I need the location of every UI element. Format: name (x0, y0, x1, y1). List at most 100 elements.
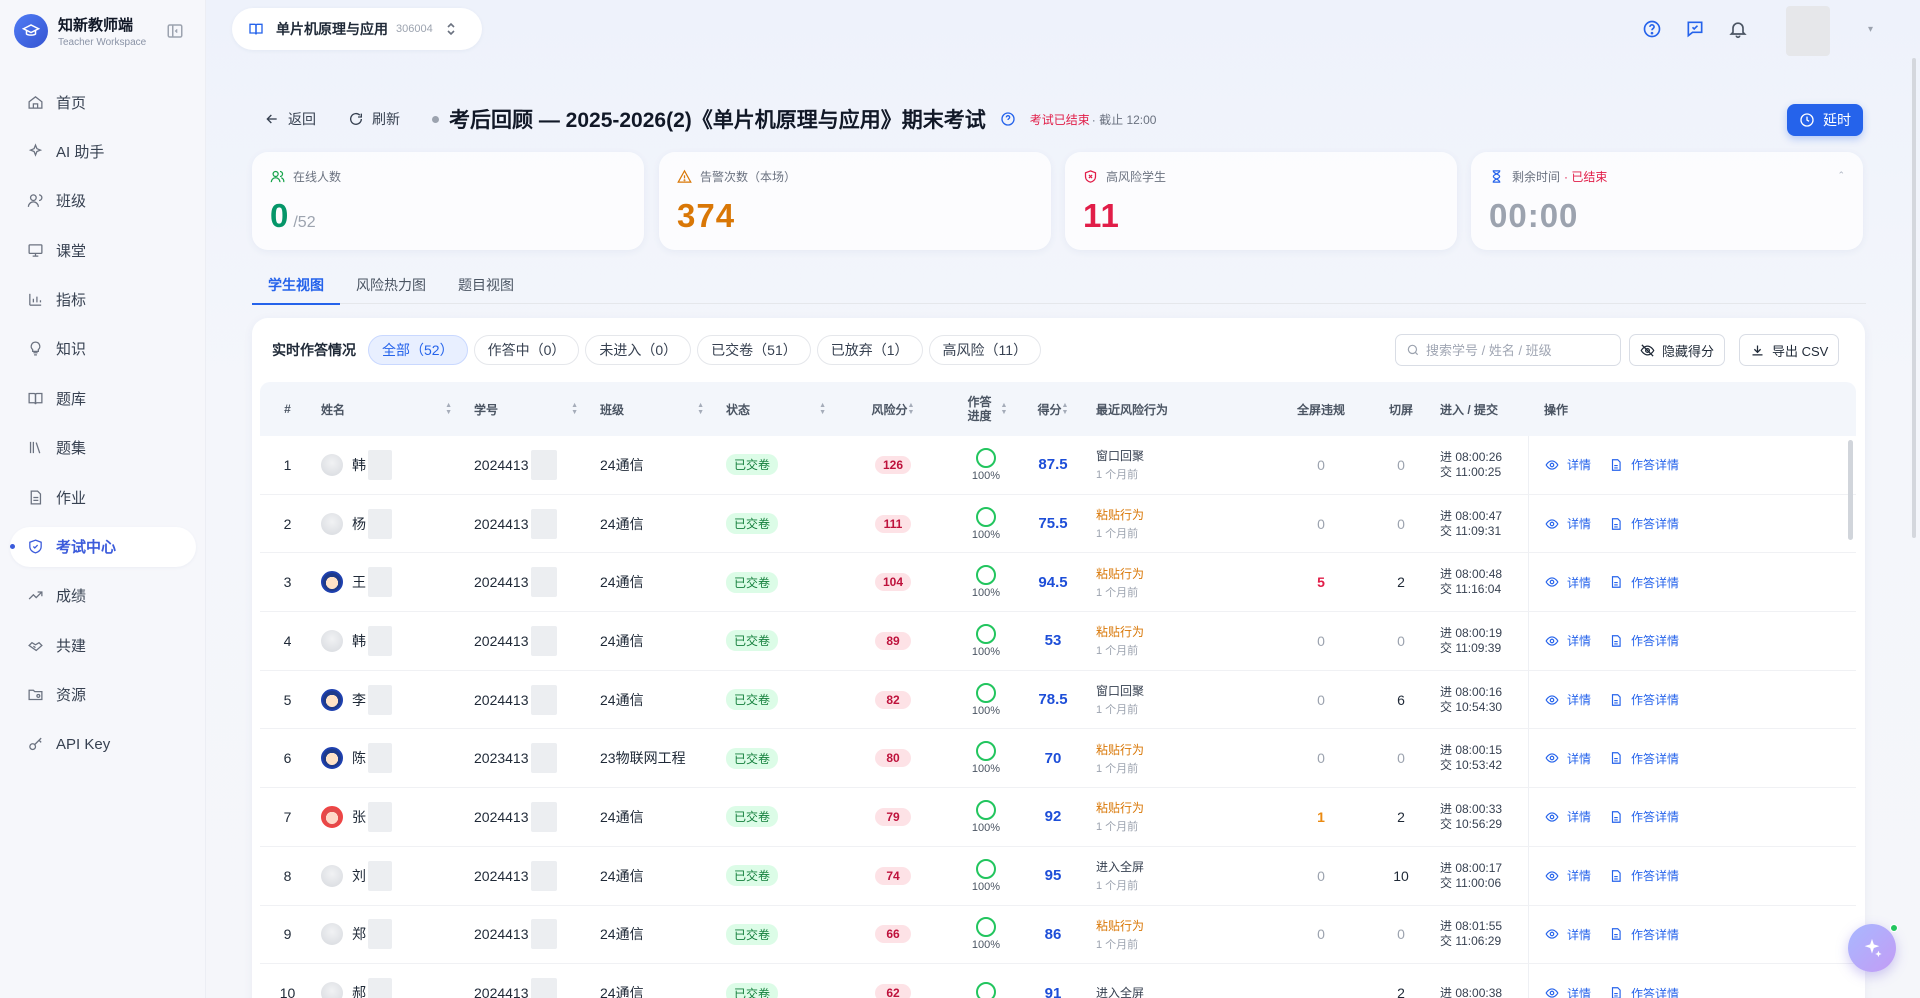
course-selector[interactable]: 单片机原理与应用 306004 (232, 8, 482, 50)
book-icon (26, 389, 44, 407)
detail-link[interactable]: 详情 (1545, 691, 1591, 708)
risk-behavior: 进入全屏 (1096, 860, 1145, 875)
answer-detail-link[interactable]: 作答详情 (1609, 808, 1679, 825)
table-row[interactable]: 5 李 2024413 24通信 已交卷 82 100% 78.5 窗口回聚 1 个月前 0 6 进 0… (260, 670, 1856, 730)
sort-icon[interactable]: ▲ ▼ (1062, 402, 1069, 416)
answer-detail-label: 作答详情 (1631, 517, 1680, 532)
progress-ring-icon (976, 506, 996, 527)
table-row[interactable]: 6 陈 2023413 23物联网工程 已交卷 80 100% 70 粘贴行为 1 个月前 0 0 进 … (260, 729, 1856, 789)
table-row[interactable]: 10 郝 2024413 24通信 已交卷 62 91 进入全屏 2 进 08:00:38 详情 作答… (260, 964, 1856, 998)
sort-icon[interactable]: ▲ ▼ (819, 402, 826, 416)
tab-1[interactable]: 风险热力图 (340, 272, 442, 304)
answer-detail-link[interactable]: 作答详情 (1609, 985, 1679, 998)
sidebar-item-library[interactable]: 题集 (10, 428, 196, 468)
detail-link[interactable]: 详情 (1545, 926, 1591, 943)
sidebar-item-monitor[interactable]: 课堂 (10, 230, 196, 270)
column-header[interactable]: 作答进度 ▲ ▼ (950, 382, 1022, 436)
detail-link[interactable]: 详情 (1545, 456, 1591, 473)
sidebar-item-book[interactable]: 题库 (10, 378, 196, 418)
answer-detail-link[interactable]: 作答详情 (1609, 632, 1679, 649)
table-row[interactable]: 1 韩 2024413 24通信 已交卷 126 100% 87.5 窗口回聚 1 个月前 0 0 进 … (260, 436, 1856, 495)
table-row[interactable]: 2 杨 2024413 24通信 已交卷 111 100% 75.5 粘贴行为 1 个月前 0 0 进 … (260, 494, 1856, 554)
chevron-down-icon[interactable]: ▾ (1868, 24, 1873, 35)
column-header-label: 风险分 (871, 402, 908, 417)
message-icon[interactable] (1684, 18, 1706, 40)
detail-link[interactable]: 详情 (1545, 515, 1591, 532)
export-csv-button[interactable]: 导出 CSV (1739, 334, 1840, 366)
filter-chip[interactable]: 全部（52） (368, 335, 468, 365)
enter-time: 进 08:01:55 (1440, 919, 1503, 934)
sort-icon[interactable]: ▲ ▼ (908, 402, 915, 416)
detail-link[interactable]: 详情 (1545, 574, 1591, 591)
sidebar-item-bulb[interactable]: 知识 (10, 329, 196, 369)
sidebar-item-handshake[interactable]: 共建 (10, 625, 196, 665)
sort-icon[interactable]: ▲ ▼ (571, 402, 578, 416)
table-scrollbar[interactable] (1848, 440, 1853, 540)
switch-count: 0 (1397, 926, 1405, 943)
filter-chip[interactable]: 高风险（11） (928, 335, 1042, 365)
ai-assistant-button[interactable] (1848, 924, 1896, 972)
answer-detail-link[interactable]: 作答详情 (1609, 691, 1679, 708)
sidebar-item-bar-chart[interactable]: 指标 (10, 280, 196, 320)
sidebar-item-folder[interactable]: 资源 (10, 675, 196, 715)
sidebar-item-sparkle[interactable]: AI 助手 (10, 131, 196, 171)
table-row[interactable]: 8 刘 2024413 24通信 已交卷 74 100% 95 进入全屏 1 个月前 0 10 进 08… (260, 846, 1856, 906)
table-row[interactable]: 3 王 2024413 24通信 已交卷 104 100% 94.5 粘贴行为 1 个月前 5 2 进 … (260, 553, 1856, 613)
detail-link[interactable]: 详情 (1545, 867, 1591, 884)
answer-detail-link[interactable]: 作答详情 (1609, 926, 1679, 943)
refresh-button[interactable]: 刷新 (348, 109, 400, 129)
sidebar-item-key[interactable]: API Key (10, 724, 196, 764)
tab-0[interactable]: 学生视图 (252, 272, 340, 305)
search-box[interactable] (1395, 334, 1621, 366)
class-name: 24通信 (600, 691, 644, 708)
sidebar-item-home[interactable]: 首页 (10, 82, 196, 122)
sort-icon[interactable]: ▲ ▼ (1001, 402, 1008, 416)
extend-button[interactable]: 延时 (1787, 104, 1863, 136)
answer-detail-link[interactable]: 作答详情 (1609, 515, 1679, 532)
hide-score-button[interactable]: 隐藏得分 (1629, 334, 1726, 366)
help-circle-icon[interactable] (1000, 111, 1016, 127)
detail-link[interactable]: 详情 (1545, 808, 1591, 825)
filter-chip[interactable]: 作答中（0） (473, 335, 580, 365)
sidebar-item-users[interactable]: 班级 (10, 181, 196, 221)
sort-icon[interactable]: ▲ ▼ (697, 402, 704, 416)
tab-2[interactable]: 题目视图 (442, 272, 530, 304)
filter-chip[interactable]: 已交卷（51） (697, 335, 811, 365)
sidebar-item-shield-check[interactable]: 考试中心 (10, 526, 196, 567)
column-header[interactable]: 状态 ▲ ▼ (714, 382, 836, 436)
detail-link[interactable]: 详情 (1545, 632, 1591, 649)
search-input[interactable] (1426, 342, 1616, 358)
table-row[interactable]: 4 韩 2024413 24通信 已交卷 89 100% 53 粘贴行为 1 个月前 0 0 进 08:… (260, 612, 1856, 671)
sidebar-collapse-icon[interactable] (166, 22, 184, 40)
sort-icon[interactable]: ▲ ▼ (445, 402, 452, 416)
answer-detail-link[interactable]: 作答详情 (1609, 456, 1679, 473)
warning-icon (677, 169, 692, 184)
sidebar-item-label: 班级 (56, 193, 87, 211)
detail-label: 详情 (1567, 458, 1592, 473)
risk-score: 89 (875, 631, 911, 650)
column-header[interactable]: 风险分 ▲ ▼ (836, 382, 950, 436)
brand[interactable]: 知新教师端 Teacher Workspace (14, 14, 146, 48)
page-scrollbar[interactable] (1912, 58, 1916, 538)
chevron-updown-icon[interactable]: ⌃ (1837, 170, 1845, 181)
sidebar-item-document[interactable]: 作业 (10, 477, 196, 517)
detail-link[interactable]: 详情 (1545, 750, 1591, 767)
filter-chip[interactable]: 未进入（0） (585, 335, 692, 365)
answer-detail-link[interactable]: 作答详情 (1609, 867, 1679, 884)
table-row[interactable]: 9 郑 2024413 24通信 已交卷 66 100% 86 粘贴行为 1 个月前 0 0 进 08:… (260, 905, 1856, 965)
column-header[interactable]: 班级 ▲ ▼ (588, 382, 714, 436)
table-row[interactable]: 7 张 2024413 24通信 已交卷 79 100% 92 粘贴行为 1 个月前 1 2 进 08:… (260, 788, 1856, 847)
exam-deadline: · 截止 12:00 (1091, 112, 1157, 127)
bell-icon[interactable] (1727, 18, 1749, 40)
back-button[interactable]: 返回 (264, 109, 316, 129)
sidebar-item-trend[interactable]: 成绩 (10, 576, 196, 616)
help-icon[interactable] (1641, 18, 1663, 40)
column-header[interactable]: 学号 ▲ ▼ (462, 382, 588, 436)
column-header[interactable]: 姓名 ▲ ▼ (315, 382, 462, 436)
column-header[interactable]: 得分 ▲ ▼ (1022, 382, 1084, 436)
filter-chip[interactable]: 已放弃（1） (816, 335, 923, 365)
answer-detail-link[interactable]: 作答详情 (1609, 574, 1679, 591)
detail-link[interactable]: 详情 (1545, 985, 1591, 998)
answer-detail-link[interactable]: 作答详情 (1609, 750, 1679, 767)
user-avatar[interactable] (1786, 6, 1830, 56)
